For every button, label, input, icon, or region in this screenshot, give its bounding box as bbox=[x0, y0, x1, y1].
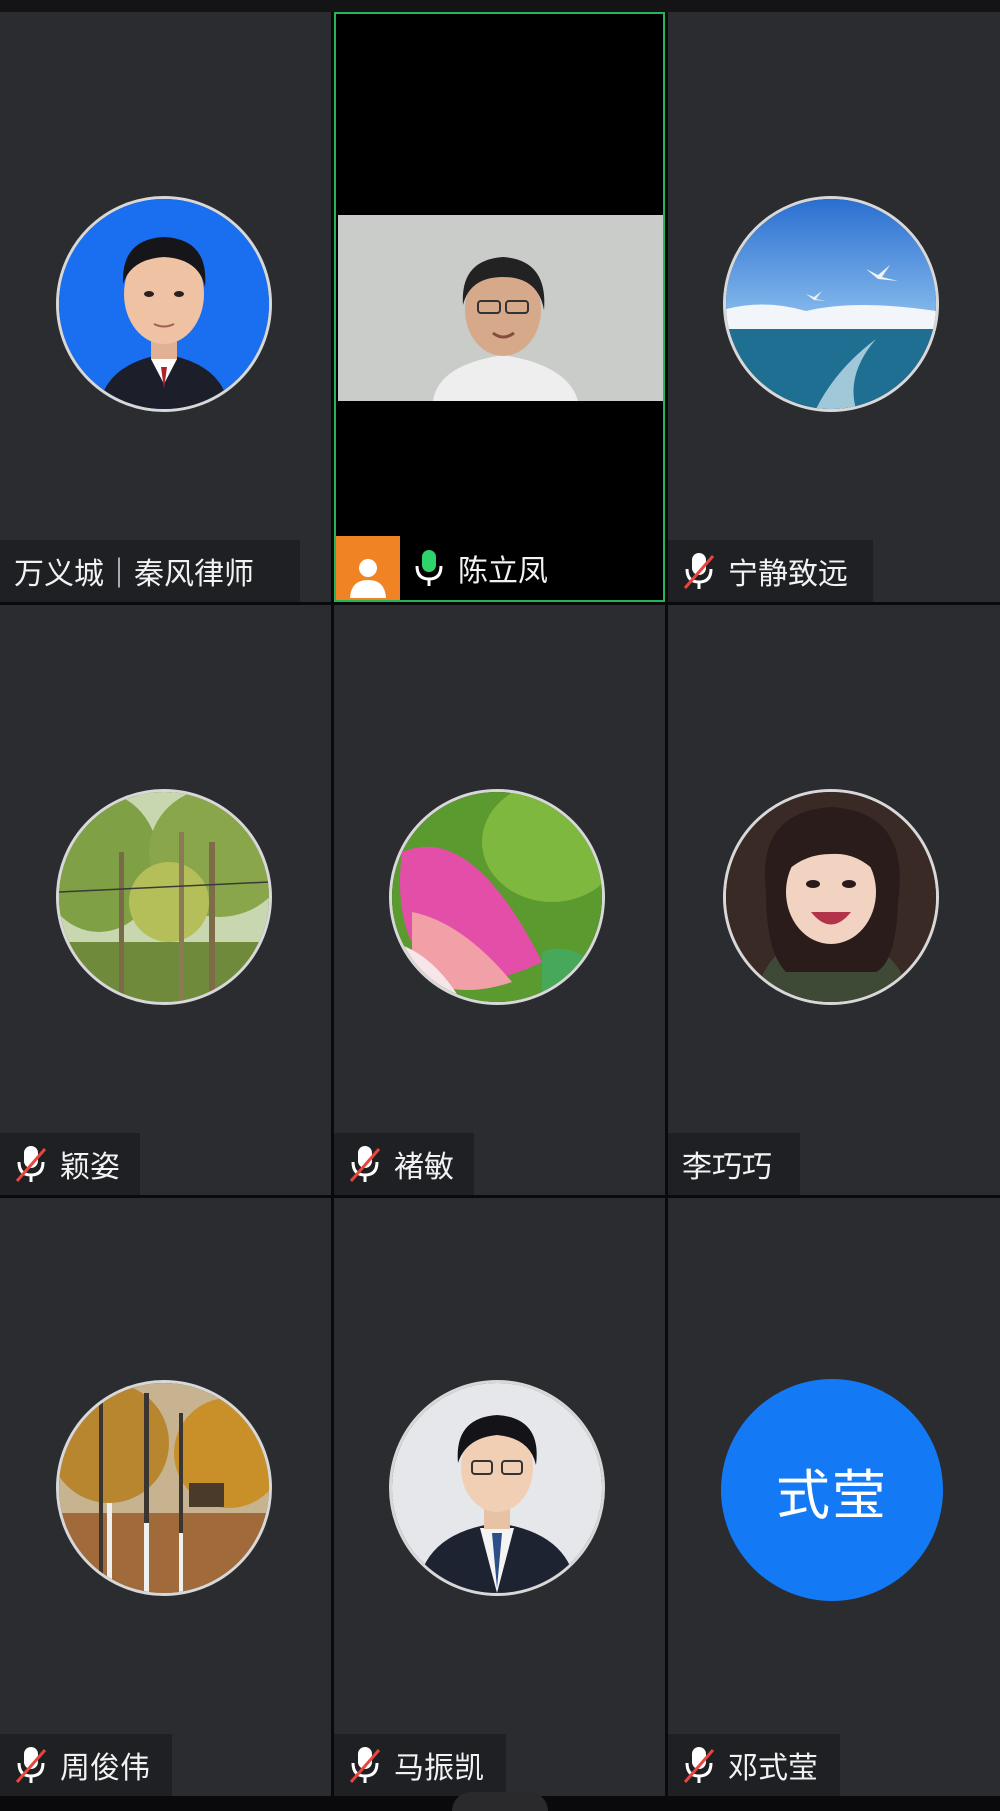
text-avatar: 式莹 bbox=[721, 1379, 943, 1601]
participant-name-label: 李巧巧 bbox=[668, 1133, 800, 1195]
participant-name-label: 陈立凤 bbox=[336, 536, 576, 600]
microphone-muted-icon bbox=[683, 1747, 715, 1783]
participant-name: 周俊伟 bbox=[60, 1751, 150, 1786]
microphone-muted-icon bbox=[349, 1146, 381, 1182]
pink-petal-image bbox=[392, 792, 602, 1002]
participant-name: 马振凯 bbox=[394, 1751, 484, 1786]
participant-tile[interactable]: 李巧巧 bbox=[668, 605, 1000, 1195]
participant-name: 邓式莹 bbox=[728, 1751, 818, 1786]
top-status-strip bbox=[0, 0, 1000, 12]
participant-name-label: 万义城｜秦风律师 bbox=[0, 540, 300, 602]
person-icon bbox=[350, 559, 386, 598]
participant-avatar bbox=[56, 1380, 272, 1596]
participant-name: 陈立凤 bbox=[458, 554, 548, 589]
participant-name-label: 马振凯 bbox=[334, 1734, 506, 1796]
participant-tile[interactable]: 周俊伟 bbox=[0, 1198, 331, 1796]
autumn-forest-image bbox=[59, 1383, 269, 1593]
participant-tile-active-speaker[interactable]: 陈立凤 bbox=[334, 12, 665, 602]
home-indicator[interactable] bbox=[452, 1792, 548, 1811]
microphone-muted-icon bbox=[349, 1747, 381, 1783]
participant-name-label: 颖姿 bbox=[0, 1133, 140, 1195]
participant-video-feed bbox=[338, 215, 663, 401]
participant-name-label: 邓式莹 bbox=[668, 1734, 840, 1796]
man-portrait-image bbox=[59, 199, 269, 409]
participant-avatar bbox=[56, 196, 272, 412]
smiling-girl-image bbox=[726, 792, 936, 1002]
microphone-muted-icon bbox=[15, 1146, 47, 1182]
participant-name: 褚敏 bbox=[394, 1150, 454, 1185]
participant-avatar bbox=[56, 789, 272, 1005]
participant-tile[interactable]: 马振凯 bbox=[334, 1198, 665, 1796]
microphone-muted-icon bbox=[683, 553, 715, 589]
participant-tile[interactable]: 式莹 邓式莹 bbox=[668, 1198, 1000, 1796]
participant-avatar bbox=[723, 196, 939, 412]
participant-name-label: 褚敏 bbox=[334, 1133, 474, 1195]
participant-tile[interactable]: 褚敏 bbox=[334, 605, 665, 1195]
participant-name-label: 宁静致远 bbox=[668, 540, 873, 602]
participant-avatar bbox=[389, 1380, 605, 1596]
trees-image bbox=[59, 792, 269, 1002]
microphone-muted-icon bbox=[15, 1747, 47, 1783]
live-video-image bbox=[338, 215, 663, 401]
text-avatar-initials: 式莹 bbox=[776, 1463, 888, 1527]
participant-grid: 万义城｜秦风律师 陈立凤 宁静致远 颖姿 褚敏 李巧巧 周俊伟 马振凯 式莹 邓… bbox=[0, 12, 1000, 1796]
participant-name: 万义城｜秦风律师 bbox=[14, 557, 254, 592]
participant-tile[interactable]: 颖姿 bbox=[0, 605, 331, 1195]
participant-name: 李巧巧 bbox=[682, 1150, 772, 1185]
participant-tile[interactable]: 万义城｜秦风律师 bbox=[0, 12, 331, 602]
participant-name: 宁静致远 bbox=[728, 557, 848, 592]
host-badge bbox=[336, 536, 400, 600]
participant-tile[interactable]: 宁静致远 bbox=[668, 12, 1000, 602]
seagulls-sea-image bbox=[726, 199, 936, 409]
man-suit-portrait-image bbox=[392, 1383, 602, 1593]
participant-name-label: 周俊伟 bbox=[0, 1734, 172, 1796]
participant-avatar bbox=[723, 789, 939, 1005]
participant-name: 颖姿 bbox=[60, 1150, 120, 1185]
microphone-on-icon bbox=[415, 550, 443, 586]
participant-avatar bbox=[389, 789, 605, 1005]
